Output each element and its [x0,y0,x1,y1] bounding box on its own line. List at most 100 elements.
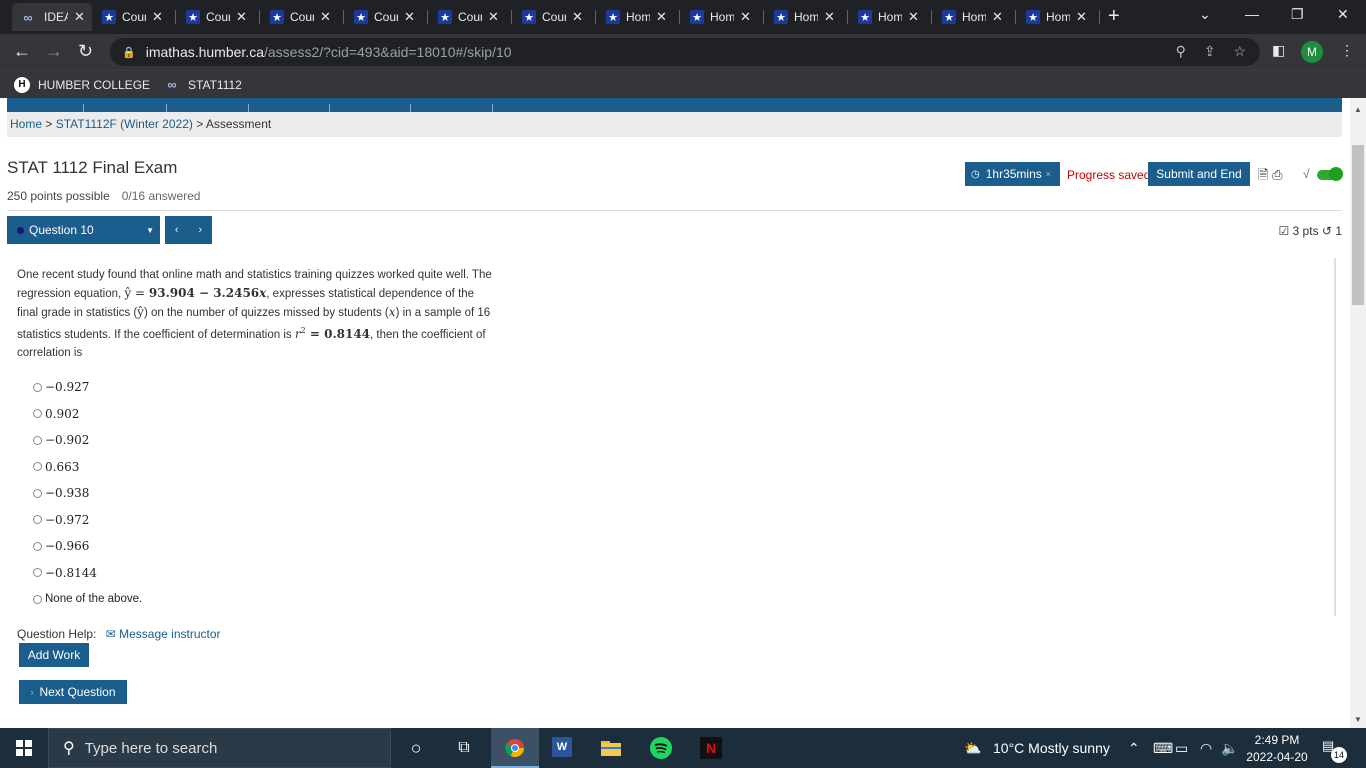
taskbar-clock[interactable]: 2:49 PM 2022-04-20 [1244,732,1310,766]
tab-close-icon[interactable]: ✕ [236,9,247,25]
weather-icon[interactable]: ⛅ [964,740,981,757]
reload-icon[interactable]: ↻ [78,41,93,61]
task-view-icon[interactable]: ⧉ [453,737,475,759]
weather-text[interactable]: 10°C Mostly sunny [993,740,1110,756]
zoom-icon[interactable]: ⚲ [1176,43,1186,59]
file-explorer-icon[interactable] [600,737,622,759]
back-arrow-icon[interactable]: ← [13,41,31,61]
choice-option[interactable]: −0.927 [33,374,142,401]
start-button[interactable] [0,728,48,768]
side-panel-icon[interactable]: ◧ [1272,42,1285,59]
timer-badge[interactable]: ◷ 1hr35mins × [965,162,1060,186]
tab-close-icon[interactable]: ✕ [488,9,499,25]
browser-tab[interactable]: ★ Course ✕ [180,5,260,29]
tab-close-icon[interactable]: ✕ [992,9,1003,25]
choice-option[interactable]: −0.966 [33,533,142,560]
tab-close-icon[interactable]: ✕ [656,9,667,25]
scroll-down-icon[interactable]: ▼ [1354,715,1362,724]
bookmark-stat1112[interactable]: ∞ STAT1112 [164,77,241,93]
add-work-button[interactable]: Add Work [19,643,89,667]
message-instructor-label: Message instructor [119,627,221,641]
radio-button[interactable] [33,594,42,604]
meet-now-icon[interactable]: ⌨ [1153,740,1173,757]
message-instructor-link[interactable]: ✉ Message instructor [106,627,221,641]
word-icon[interactable]: W [552,737,572,757]
breadcrumb-home[interactable]: Home [10,117,42,131]
tab-close-icon[interactable]: ✕ [404,9,415,25]
tab-close-icon[interactable]: ✕ [1076,9,1087,25]
browser-tab[interactable]: ★ Home ✕ [600,5,680,29]
radio-button[interactable] [33,462,42,472]
question-select[interactable]: Question 10 ▼ [7,216,160,244]
address-bar[interactable]: 🔒 imathas.humber.ca/assess2/?cid=493&aid… [110,38,1260,66]
spotify-icon[interactable] [650,737,672,759]
browser-tab[interactable]: ★ Home ✕ [852,5,932,29]
browser-tab[interactable]: ∞ IDEA ✕ [12,3,92,31]
choice-option[interactable]: −0.972 [33,507,142,534]
browser-tab[interactable]: ★ Course ✕ [348,5,428,29]
breadcrumb-course[interactable]: STAT1112F (Winter 2022) [56,117,193,131]
page-scrollbar[interactable]: ▲ ▼ [1350,98,1366,728]
cortana-icon[interactable]: ○ [405,737,427,759]
browser-menu-icon[interactable]: ⋮ [1340,42,1354,59]
scrollbar-thumb[interactable] [1352,145,1364,305]
profile-avatar[interactable]: M [1301,41,1323,63]
minimize-window-button[interactable]: — [1245,6,1259,22]
choice-option[interactable]: 0.663 [33,454,142,481]
radio-button[interactable] [33,541,42,551]
new-tab-button[interactable]: + [1108,5,1120,27]
browser-tab[interactable]: ★ Course ✕ [516,5,596,29]
volume-icon[interactable]: 🔈 [1221,740,1238,757]
tab-close-icon[interactable]: ✕ [908,9,919,25]
notification-center-icon[interactable]: ▤ 14 [1322,738,1347,763]
tab-close-icon[interactable]: ✕ [74,9,85,25]
taskbar-search[interactable]: ⚲ Type here to search [48,728,391,768]
choice-option[interactable]: None of the above. [33,586,142,613]
radio-button[interactable] [33,382,42,392]
timer-close-icon[interactable]: × [1046,169,1051,179]
radio-button[interactable] [33,409,42,419]
next-question-arrow-button[interactable]: › [198,224,202,236]
bookmark-star-icon[interactable]: ☆ [1233,43,1246,59]
close-window-button[interactable]: ✕ [1337,6,1349,23]
browser-tab[interactable]: ★ Home ✕ [1020,5,1100,29]
radio-button[interactable] [33,515,42,525]
browser-tab[interactable]: ★ Home ✕ [684,5,764,29]
choice-option[interactable]: −0.8144 [33,560,142,587]
bookmark-humber-college[interactable]: H HUMBER COLLEGE [14,76,150,93]
radio-button[interactable] [33,568,42,578]
choice-option[interactable]: −0.938 [33,480,142,507]
radio-button[interactable] [33,488,42,498]
browser-tab[interactable]: ★ Course ✕ [96,5,176,29]
chrome-icon[interactable] [504,737,526,759]
choice-label: 0.663 [45,459,80,474]
submit-and-end-button[interactable]: Submit and End [1148,162,1250,186]
tab-close-icon[interactable]: ✕ [824,9,835,25]
choice-label: −0.902 [45,433,90,448]
forward-arrow-icon[interactable]: → [45,41,63,61]
tab-close-icon[interactable]: ✕ [740,9,751,25]
math-entry-toggle[interactable]: √ [1303,167,1343,181]
restore-window-button[interactable]: ❐ [1291,6,1304,23]
browser-tab[interactable]: ★ Course ✕ [264,5,344,29]
radio-button[interactable] [33,435,42,445]
battery-icon[interactable]: ▭ [1175,740,1188,757]
share-icon[interactable]: ⇪ [1204,43,1216,59]
choice-option[interactable]: 0.902 [33,401,142,428]
document-icon[interactable]: 🗎 [1258,167,1268,182]
print-icon[interactable]: ⎙ [1272,167,1282,182]
browser-tab[interactable]: ★ Home ✕ [936,5,1016,29]
wifi-icon[interactable]: ◠ [1200,740,1212,757]
netflix-icon[interactable]: N [700,737,722,759]
next-question-button[interactable]: › Next Question [19,680,127,704]
scroll-up-icon[interactable]: ▲ [1354,105,1362,114]
choice-option[interactable]: −0.902 [33,427,142,454]
tab-close-icon[interactable]: ✕ [320,9,331,25]
show-hidden-icons-chevron-icon[interactable]: ⌃ [1128,740,1140,757]
browser-tab[interactable]: ★ Course ✕ [432,5,512,29]
tab-close-icon[interactable]: ✕ [152,9,163,25]
tab-close-icon[interactable]: ✕ [572,9,583,25]
prev-question-button[interactable]: ‹ [175,224,179,236]
browser-tab[interactable]: ★ Home ✕ [768,5,848,29]
tab-search-chevron-icon[interactable]: ⌄ [1199,6,1211,23]
